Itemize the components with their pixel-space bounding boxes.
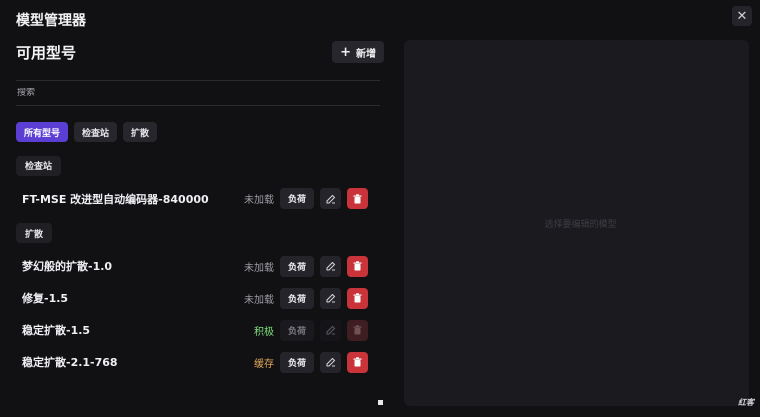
search-input[interactable] — [16, 88, 380, 98]
edit-button[interactable] — [320, 188, 341, 209]
filter-chips: 所有型号 检查站 扩散 — [16, 122, 384, 142]
trash-icon — [353, 193, 362, 203]
model-row: 稳定扩散-2.1-768 缓存 负荷 — [22, 351, 368, 373]
trash-icon — [353, 357, 362, 367]
watermark: 红客 — [738, 398, 754, 407]
model-status: 未加载 — [244, 294, 274, 306]
filter-all-models[interactable]: 所有型号 — [16, 122, 69, 142]
edit-icon — [326, 293, 335, 303]
model-row: FT-MSE 改进型自动编码器-840000 未加载 负荷 — [22, 188, 368, 210]
detail-placeholder: 选择要编辑的模型 — [544, 219, 617, 230]
section-title: 可用型号 — [16, 43, 77, 62]
delete-button[interactable] — [347, 188, 368, 209]
load-button[interactable]: 负荷 — [280, 255, 314, 277]
delete-button[interactable] — [347, 351, 368, 373]
edit-icon — [326, 194, 335, 203]
model-status: 积极 — [254, 326, 274, 338]
delete-button[interactable] — [347, 319, 368, 341]
close-button[interactable]: ✕ — [732, 6, 752, 26]
trash-icon — [353, 293, 362, 303]
edit-button[interactable] — [320, 255, 341, 277]
load-button[interactable]: 负荷 — [280, 351, 314, 373]
edit-icon — [326, 325, 335, 335]
edit-button[interactable] — [320, 319, 341, 341]
close-icon: ✕ — [736, 8, 748, 24]
filter-diffusion[interactable]: 扩散 — [123, 122, 158, 142]
load-button[interactable]: 负荷 — [280, 188, 314, 209]
model-name: 修复-1.5 — [22, 292, 69, 305]
load-button[interactable]: 负荷 — [280, 287, 314, 309]
model-name: 稳定扩散-1.5 — [22, 324, 91, 337]
delete-button[interactable] — [347, 287, 368, 309]
model-name: 梦幻般的扩散-1.0 — [22, 260, 113, 273]
edit-button[interactable] — [320, 351, 341, 373]
group-label-checkpoint: 检查站 — [16, 155, 62, 176]
add-model-button[interactable]: + 新增 — [332, 41, 384, 63]
window-title: 模型管理器 — [16, 13, 86, 29]
add-model-label: 新增 — [356, 48, 376, 60]
model-detail-panel: 选择要编辑的模型 — [404, 40, 749, 406]
edit-icon — [326, 357, 335, 367]
edit-button[interactable] — [320, 287, 341, 309]
load-button[interactable]: 负荷 — [280, 319, 314, 341]
trash-icon — [353, 261, 362, 271]
model-status: 未加载 — [244, 195, 274, 206]
model-row: 梦幻般的扩散-1.0 未加载 负荷 — [22, 255, 368, 277]
model-name: 稳定扩散-2.1-768 — [22, 356, 118, 369]
model-status: 缓存 — [254, 358, 274, 370]
plus-icon: + — [340, 44, 351, 60]
filter-checkpoint[interactable]: 检查站 — [74, 122, 118, 142]
scrollbar-thumb[interactable] — [378, 400, 383, 405]
model-row: 修复-1.5 未加载 负荷 — [22, 287, 368, 309]
model-name: FT-MSE 改进型自动编码器-840000 — [22, 192, 209, 206]
edit-icon — [326, 261, 335, 271]
search-bar — [16, 80, 380, 106]
model-status: 未加载 — [244, 262, 274, 274]
model-row: 稳定扩散-1.5 积极 负荷 — [22, 319, 368, 341]
model-list-panel: 可用型号 + 新增 所有型号 检查站 扩散 检查站 FT-MSE 改进型自动编码… — [16, 40, 384, 410]
group-label-diffusion: 扩散 — [16, 223, 53, 243]
trash-icon — [353, 325, 362, 335]
delete-button[interactable] — [347, 255, 368, 277]
list-header: 可用型号 + 新增 — [16, 40, 384, 64]
